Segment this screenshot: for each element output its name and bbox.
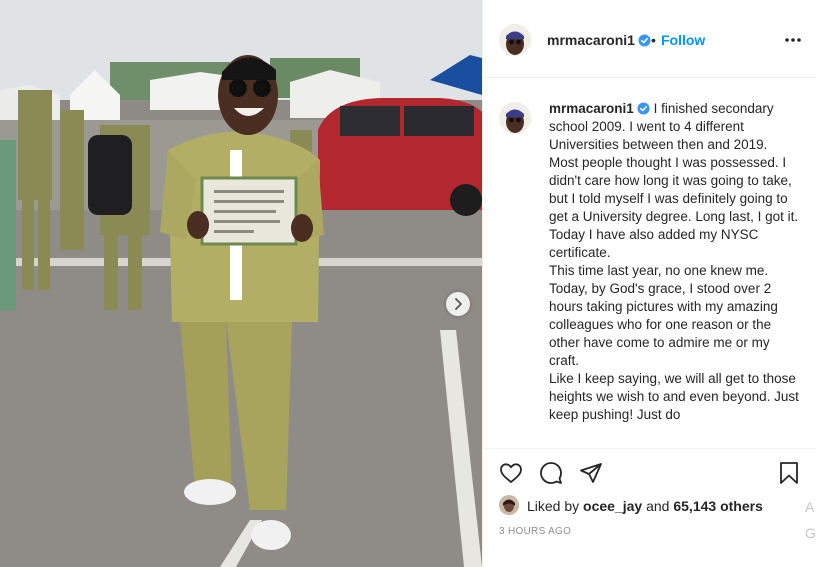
profile-picture-icon bbox=[499, 495, 519, 515]
profile-picture-icon bbox=[499, 102, 531, 134]
post-header: mrmacaroni1 • Follow bbox=[483, 0, 816, 78]
photo-illustration bbox=[0, 0, 482, 567]
caption-author-username[interactable]: mrmacaroni1 bbox=[549, 101, 650, 116]
separator-dot: • bbox=[651, 32, 656, 48]
post-author-username[interactable]: mrmacaroni1 bbox=[547, 32, 651, 48]
heart-icon bbox=[500, 463, 522, 483]
caption-paragraph: Like I keep saying, we will all get to t… bbox=[549, 371, 799, 422]
save-button[interactable] bbox=[777, 461, 801, 485]
caption-text: I finished secondary school 2009. I went… bbox=[549, 101, 799, 224]
post-caption: mrmacaroni1 I finished secondary school … bbox=[549, 100, 799, 424]
more-options-icon bbox=[785, 38, 801, 42]
likes-conjunction: and bbox=[646, 498, 670, 514]
caption-paragraph: Today I have also added my NYSC certific… bbox=[549, 227, 759, 260]
liker-avatar[interactable] bbox=[499, 495, 519, 515]
liker-username[interactable]: ocee_jay bbox=[583, 498, 642, 514]
comment-button[interactable] bbox=[539, 461, 563, 485]
avatar[interactable] bbox=[499, 24, 531, 56]
post-actions: Liked by ocee_jay and 65,143 others 3 HO… bbox=[483, 448, 816, 567]
post-timestamp[interactable]: 3 HOURS AGO bbox=[499, 526, 571, 537]
cutoff-character: G bbox=[805, 525, 816, 541]
bookmark-icon bbox=[780, 462, 798, 484]
like-button[interactable] bbox=[499, 461, 523, 485]
more-options-button[interactable] bbox=[783, 30, 803, 50]
chevron-right-icon bbox=[455, 298, 462, 310]
avatar[interactable] bbox=[499, 102, 531, 134]
caption-paragraph: mrmacaroni1 I finished secondary school … bbox=[549, 100, 799, 226]
verified-badge-icon bbox=[638, 34, 651, 47]
caption-area: mrmacaroni1 I finished secondary school … bbox=[483, 78, 816, 448]
comment-icon bbox=[540, 462, 562, 484]
likes-count[interactable]: 65,143 others bbox=[673, 498, 763, 514]
share-button[interactable] bbox=[579, 461, 603, 485]
follow-button[interactable]: Follow bbox=[661, 32, 705, 48]
cutoff-character: A bbox=[805, 499, 815, 515]
likes-text: Liked by ocee_jay and 65,143 others bbox=[527, 498, 763, 514]
post-photo[interactable] bbox=[0, 0, 482, 567]
share-icon bbox=[580, 463, 602, 483]
next-photo-button[interactable] bbox=[446, 292, 470, 316]
profile-picture-icon bbox=[499, 24, 531, 56]
verified-badge-icon bbox=[637, 102, 650, 115]
likes-prefix: Liked by bbox=[527, 498, 580, 514]
likes-summary: Liked by ocee_jay and 65,143 others bbox=[499, 495, 799, 517]
caption-paragraph: This time last year, no one knew me. Tod… bbox=[549, 263, 778, 368]
post-sidebar: mrmacaroni1 • Follow mrmacaroni1 I finis… bbox=[482, 0, 816, 567]
